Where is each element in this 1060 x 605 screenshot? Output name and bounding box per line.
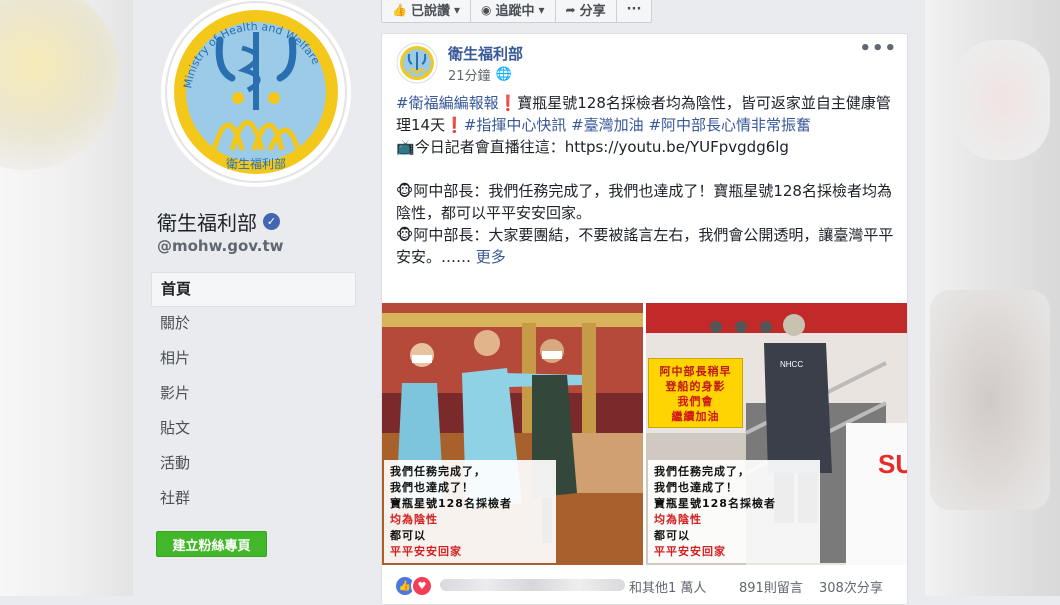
post-time-text[interactable]: 21分鐘 xyxy=(448,65,491,84)
post-timestamp[interactable]: 21分鐘 🌐 xyxy=(448,65,512,84)
rss-icon: ◉ xyxy=(481,2,492,17)
comment-count[interactable]: 891則留言 xyxy=(739,577,803,596)
post-text-line: 阿中部長：大家要團結，不要被謠言左右，我們會公開透明，讓臺灣平平安安。…… xyxy=(396,226,894,266)
logo-text-zh: 衛生福利部 xyxy=(226,156,286,171)
share-count[interactable]: 308次分享 xyxy=(819,577,883,596)
caption-line: 寶瓶星號128名採檢者 xyxy=(654,497,776,510)
post-author-name[interactable]: 衛生福利部 xyxy=(448,43,523,64)
reaction-count[interactable]: 和其他1 萬人 xyxy=(629,577,706,596)
post-body: #衛福編編報報❗寶瓶星號128名採檢者均為陰性，皆可返家並自主健康管理14天❗#… xyxy=(396,92,896,268)
caption-line: 我們任務完成了， xyxy=(390,465,486,478)
nav-item-community[interactable]: 社群 xyxy=(151,482,356,517)
caret-down-icon: ▾ xyxy=(453,2,460,17)
caption-line: 我們任務完成了， xyxy=(654,465,750,478)
hull-lettering: SU xyxy=(878,449,907,479)
reactions-bar: 👍 ♥ 和其他1 萬人 891則留言 308次分享 xyxy=(382,571,907,601)
nav-item-home[interactable]: 首頁 xyxy=(151,272,356,307)
caption-line: 寶瓶星號128名採檢者 xyxy=(390,497,512,510)
page-name[interactable]: 衛生福利部 ✓ xyxy=(157,207,280,236)
nav-item-posts[interactable]: 貼文 xyxy=(151,412,356,447)
post-author-avatar[interactable] xyxy=(396,42,438,84)
post-options-button[interactable]: ••• xyxy=(859,38,897,59)
photo-caption: 我們任務完成了， 我們也達成了！ 寶瓶星號128名採檢者 均為陰性 都可以 平平… xyxy=(384,460,556,563)
following-button[interactable]: ◉ 追蹤中 ▾ xyxy=(471,0,556,22)
nav-item-photos[interactable]: 相片 xyxy=(151,342,356,377)
create-page-button[interactable]: 建立粉絲專頁 xyxy=(156,531,267,557)
sign-line: 阿中部長稍早 xyxy=(659,365,732,378)
caption-line: 均為陰性 xyxy=(390,513,438,526)
page-profile-logo[interactable]: Ministry of Health and Welfare 衛生福利部 xyxy=(158,0,354,190)
page-nav: 首頁 關於 相片 影片 貼文 活動 社群 xyxy=(151,272,356,517)
reaction-icons[interactable]: 👍 ♥ xyxy=(394,575,433,597)
caption-line: 都可以 xyxy=(390,529,426,542)
monkey-emoji-icon: 🐵 xyxy=(396,226,414,244)
verified-badge-icon: ✓ xyxy=(263,213,280,230)
more-options-button[interactable]: ··· xyxy=(617,0,652,22)
post-photos: 我們任務完成了， 我們也達成了！ 寶瓶星號128名採檢者 均為陰性 都可以 平平… xyxy=(382,303,907,565)
sign-line: 繼續加油 xyxy=(671,410,720,423)
blurred-background-left xyxy=(0,0,133,596)
vest-lettering: NHCC xyxy=(780,360,803,369)
nav-item-events[interactable]: 活動 xyxy=(151,447,356,482)
red-exclamation-icon: ❗ xyxy=(498,94,518,112)
post-text-link[interactable]: 今日記者會直播往這：https://youtu.be/YUFpvgdg6lg xyxy=(415,138,789,156)
caption-line: 我們也達成了！ xyxy=(654,481,738,494)
blurred-names xyxy=(440,579,625,591)
following-label: 追蹤中 xyxy=(495,4,535,19)
hashtag-link[interactable]: #指揮中心快訊 #臺灣加油 #阿中部長心情非常振奮 xyxy=(464,116,811,134)
caption-line: 平平安安回家 xyxy=(654,545,726,558)
red-exclamation-icon: ❗ xyxy=(445,116,464,134)
post-photo-1[interactable]: 我們任務完成了， 我們也達成了！ 寶瓶星號128名採檢者 均為陰性 都可以 平平… xyxy=(382,303,643,565)
share-button[interactable]: ➦ 分享 xyxy=(556,0,617,22)
photo-caption: 我們任務完成了， 我們也達成了！ 寶瓶星號128名採檢者 均為陰性 都可以 平平… xyxy=(648,460,820,563)
caption-line: 我們也達成了！ xyxy=(390,481,474,494)
hashtag-link[interactable]: #衛福編編報報 xyxy=(396,94,499,112)
tv-icon: 📺 xyxy=(396,138,415,156)
share-label: 分享 xyxy=(579,4,606,19)
caption-line: 平平安安回家 xyxy=(390,545,462,558)
sign-line: 登船的身影 xyxy=(665,380,726,393)
post-text-line: 阿中部長：我們任務完成了，我們也達成了！寶瓶星號128名採檢者均為陰性，都可以平… xyxy=(396,182,892,222)
nav-item-about[interactable]: 關於 xyxy=(151,307,356,342)
more-label: ··· xyxy=(626,2,642,17)
share-arrow-icon: ➦ xyxy=(565,2,576,17)
liked-button[interactable]: 👍 已說讚 ▾ xyxy=(382,0,471,22)
love-reaction-icon: ♥ xyxy=(411,575,433,597)
globe-icon: 🌐 xyxy=(495,67,512,82)
see-more-link[interactable]: 更多 xyxy=(476,248,506,266)
nav-item-videos[interactable]: 影片 xyxy=(151,377,356,412)
liked-label: 已說讚 xyxy=(410,4,450,19)
caret-down-icon: ▾ xyxy=(538,2,545,17)
sign-line: 我們會 xyxy=(677,395,714,408)
yellow-sign: 阿中部長稍早 登船的身影 我們會 繼續加油 xyxy=(648,358,743,428)
page-action-bar: 👍 已說讚 ▾ ◉ 追蹤中 ▾ ➦ 分享 ··· xyxy=(381,0,653,23)
caption-line: 都可以 xyxy=(654,529,690,542)
page-name-text[interactable]: 衛生福利部 xyxy=(157,207,257,236)
monkey-emoji-icon: 🐵 xyxy=(396,182,414,200)
caption-line: 均為陰性 xyxy=(654,513,702,526)
post-card: 衛生福利部 21分鐘 🌐 ••• #衛福編編報報❗寶瓶星號128名採檢者均為陰性… xyxy=(381,33,908,605)
post-photo-2[interactable]: SU NHCC 阿中部長稍早 登船的身影 我們會 繼續加油 我們任務完成了， 我… xyxy=(646,303,907,565)
blurred-background-right xyxy=(925,0,1060,596)
page-handle[interactable]: @mohw.gov.tw xyxy=(157,237,284,255)
thumbs-up-icon: 👍 xyxy=(392,2,407,17)
